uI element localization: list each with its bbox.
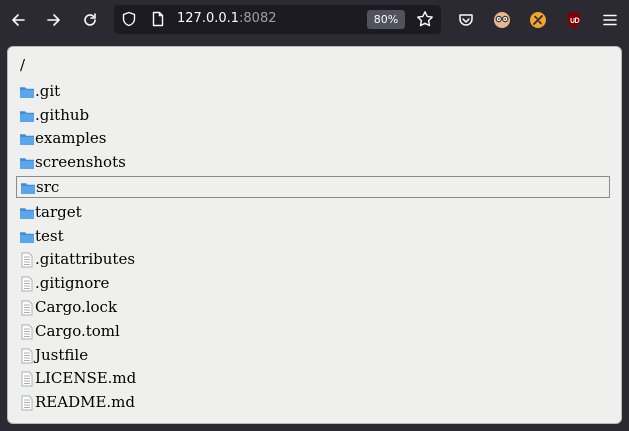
url-host: 127.0.0.1 [177, 11, 240, 26]
reload-icon [84, 13, 96, 26]
entry-name-link[interactable]: test [35, 227, 64, 245]
folder-icon [19, 131, 35, 147]
url-bar[interactable]: 127.0.0.1:8082 80% [114, 5, 441, 34]
file-entry[interactable]: .gitattributes [16, 249, 610, 271]
file-icon [19, 324, 35, 340]
file-entry[interactable]: Cargo.lock [16, 297, 610, 319]
file-icon [19, 395, 35, 411]
bookmark-star-icon[interactable] [416, 10, 434, 32]
file-icon [19, 371, 35, 387]
glasses-extension-icon [494, 12, 510, 28]
url-text[interactable]: 127.0.0.1:8082 [177, 11, 277, 26]
folder-entry[interactable]: src [16, 176, 610, 198]
entry-name-link[interactable]: Justfile [35, 346, 88, 364]
back-button[interactable] [4, 6, 32, 34]
ublock-origin-icon [567, 12, 581, 28]
entry-name-link[interactable]: README.md [35, 393, 135, 411]
file-icon [19, 276, 35, 292]
browser-toolbar: 127.0.0.1:8082 80% [0, 0, 629, 40]
page-content: / .git .github examples screenshots src targe… [7, 46, 622, 424]
file-entry[interactable]: .gitignore [16, 273, 610, 295]
folder-entry[interactable]: .github [16, 105, 610, 127]
reload-button[interactable] [76, 6, 104, 34]
forward-button[interactable] [40, 6, 68, 34]
entry-name-link[interactable]: .gitattributes [35, 250, 135, 268]
forward-arrow-icon [47, 14, 60, 26]
ublock-origin-button[interactable] [560, 6, 588, 34]
page-info-icon[interactable] [150, 11, 166, 31]
file-icon [19, 252, 35, 268]
entry-name-link[interactable]: .github [35, 106, 89, 124]
entry-name-link[interactable]: Cargo.toml [35, 322, 120, 340]
file-entry[interactable]: LICENSE.md [16, 368, 610, 390]
application-menu-button[interactable] [596, 6, 624, 34]
current-path: / [20, 56, 26, 74]
entry-name-link[interactable]: screenshots [35, 153, 126, 171]
folder-icon [19, 84, 35, 100]
entry-name-link[interactable]: .git [35, 82, 60, 100]
folder-icon [19, 108, 35, 124]
url-port: :8082 [239, 11, 277, 26]
folder-entry[interactable]: examples [16, 128, 610, 150]
folder-icon [20, 180, 36, 196]
glasses-extension-button[interactable] [488, 6, 516, 34]
entry-name-link[interactable]: src [36, 178, 59, 196]
folder-entry[interactable]: test [16, 226, 610, 248]
back-arrow-icon [12, 14, 25, 26]
entry-name-link[interactable]: target [35, 203, 82, 221]
folder-entry[interactable]: .git [16, 81, 610, 103]
folder-entry[interactable]: screenshots [16, 152, 610, 174]
pocket-icon [459, 14, 473, 26]
folder-icon [19, 155, 35, 171]
folder-entry[interactable]: target [16, 202, 610, 224]
orange-extension-icon [530, 12, 546, 28]
file-entry[interactable]: Cargo.toml [16, 321, 610, 343]
entry-name-link[interactable]: LICENSE.md [35, 369, 136, 387]
file-entry[interactable]: README.md [16, 392, 610, 414]
tracking-protection-shield-icon[interactable] [121, 11, 137, 31]
hamburger-menu-icon [603, 14, 617, 26]
folder-icon [19, 205, 35, 221]
pocket-button[interactable] [452, 6, 480, 34]
zoom-level-button[interactable]: 80% [367, 10, 405, 29]
entry-name-link[interactable]: Cargo.lock [35, 298, 117, 316]
file-entry[interactable]: Justfile [16, 345, 610, 367]
folder-icon [19, 229, 35, 245]
entry-name-link[interactable]: .gitignore [35, 274, 109, 292]
file-icon [19, 348, 35, 364]
orange-extension-button[interactable] [524, 6, 552, 34]
entry-name-link[interactable]: examples [35, 129, 106, 147]
file-icon [19, 300, 35, 316]
